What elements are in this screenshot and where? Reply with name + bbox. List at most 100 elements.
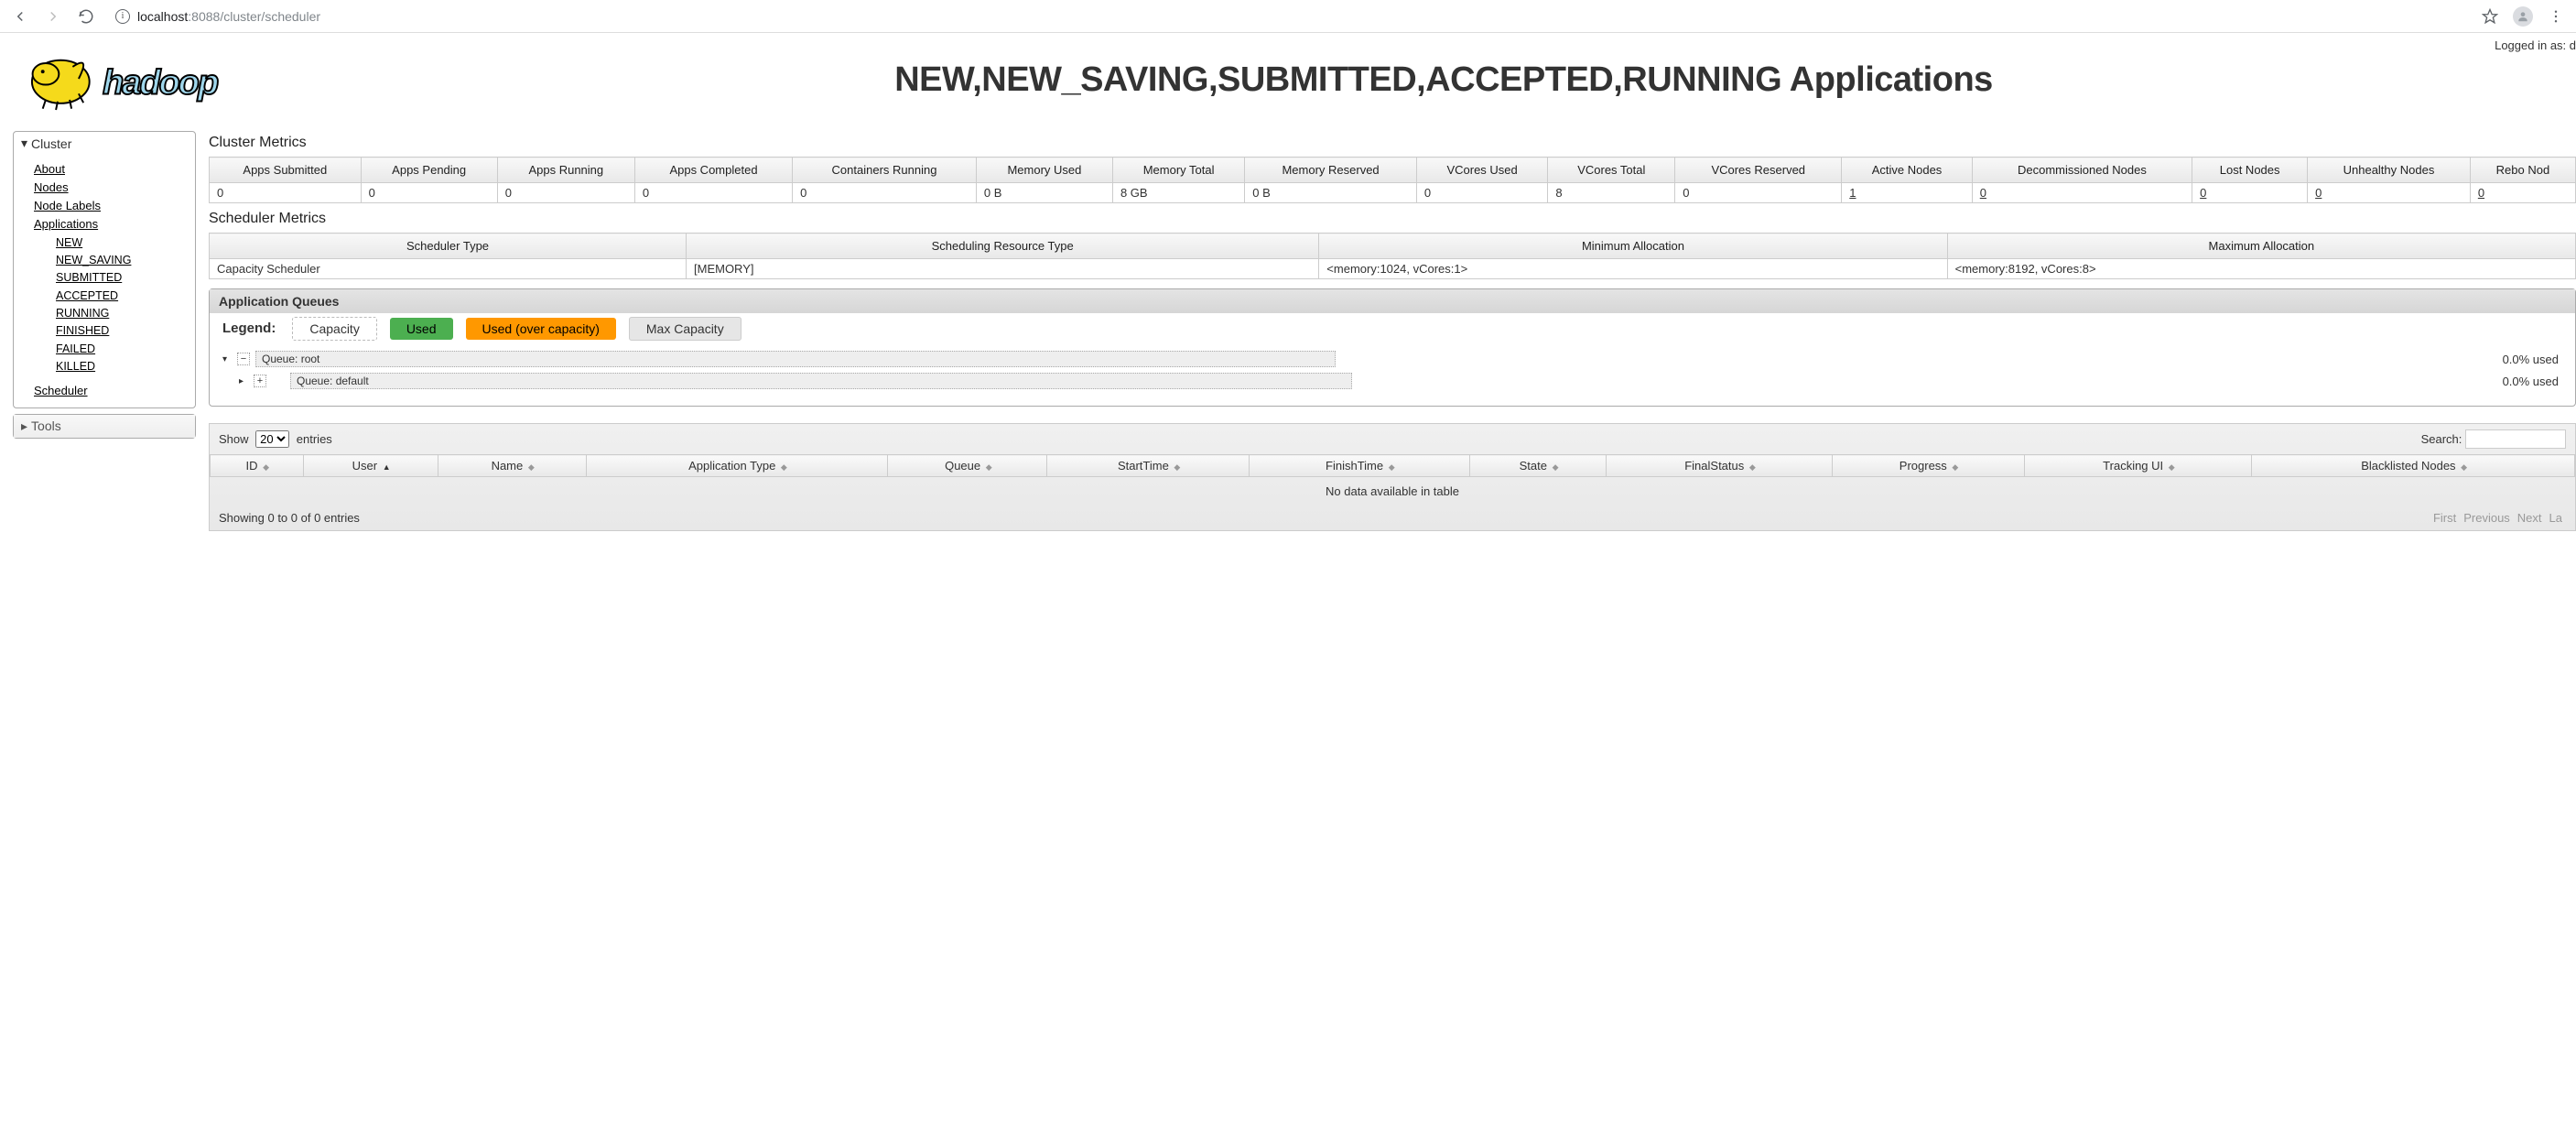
show-entries-label: Show 20 entries [219,430,332,448]
queue-toggle-icon[interactable]: ▸ [239,376,248,386]
sidebar-sublink-running[interactable]: RUNNING [56,305,186,322]
sidebar: ▾ Cluster AboutNodesNode LabelsApplicati… [13,131,196,531]
apps-header[interactable]: User ▲ [303,455,438,477]
cm-cell: 0 [634,183,792,203]
cm-cell: 0 [361,183,497,203]
cm-link[interactable]: 0 [2315,186,2322,200]
sidebar-sublink-finished[interactable]: FINISHED [56,322,186,340]
apps-header[interactable]: ID ◆ [211,455,304,477]
sidebar-sublink-killed[interactable]: KILLED [56,358,186,375]
cm-cell: 0 B [1245,183,1417,203]
apps-header[interactable]: Application Type ◆ [586,455,888,477]
sidebar-sublink-new_saving[interactable]: NEW_SAVING [56,252,186,269]
site-info-icon[interactable]: i [115,9,130,24]
sm-cell: [MEMORY] [687,259,1319,279]
cm-header: VCores Used [1416,158,1548,183]
cm-header: Memory Total [1112,158,1244,183]
cm-link[interactable]: 0 [1980,186,1986,200]
cm-link[interactable]: 0 [2200,186,2206,200]
cm-header: Unhealthy Nodes [2308,158,2471,183]
queue-row-root: ▾ − Queue: root 0.0% used [222,351,2562,367]
pager-previous[interactable]: Previous [2463,511,2510,525]
cm-header: Apps Running [497,158,634,183]
chevron-right-icon: ▸ [21,418,27,434]
queue-row-default: ▸ + Queue: default 0.0% used [222,373,2562,389]
apps-search-input[interactable] [2465,429,2566,449]
sidebar-link-node-labels[interactable]: Node Labels [34,197,186,215]
pager-la[interactable]: La [2549,511,2562,525]
apps-empty-message: No data available in table [211,477,2575,506]
apps-header[interactable]: State ◆ [1469,455,1607,477]
scheduler-metrics-table: Scheduler TypeScheduling Resource TypeMi… [209,233,2576,279]
sm-cell: <memory:8192, vCores:8> [1947,259,2575,279]
sm-cell: Capacity Scheduler [210,259,687,279]
sidebar-sublink-new[interactable]: NEW [56,234,186,252]
apps-footer-info: Showing 0 to 0 of 0 entries [219,511,360,525]
cm-header: Apps Submitted [210,158,362,183]
pager-next[interactable]: Next [2517,511,2542,525]
back-button[interactable] [7,4,33,29]
cm-header: VCores Total [1548,158,1675,183]
pager-first[interactable]: First [2433,511,2456,525]
queue-used-label: 0.0% used [2503,353,2559,366]
sidebar-panel-tools: ▸ Tools [13,414,196,439]
apps-header[interactable]: Name ◆ [438,455,586,477]
cm-cell: 0 B [976,183,1112,203]
apps-header[interactable]: StartTime ◆ [1047,455,1250,477]
cm-cell: 0 [793,183,977,203]
apps-header[interactable]: FinalStatus ◆ [1607,455,1832,477]
sidebar-link-nodes[interactable]: Nodes [34,179,186,197]
apps-header[interactable]: FinishTime ◆ [1249,455,1469,477]
more-menu-icon[interactable] [2543,4,2569,29]
cm-link[interactable]: 1 [1849,186,1856,200]
sidebar-panel-cluster: ▾ Cluster AboutNodesNode LabelsApplicati… [13,131,196,408]
sidebar-sublink-submitted[interactable]: SUBMITTED [56,269,186,287]
sidebar-tools-label: Tools [31,418,61,433]
apps-header[interactable]: Tracking UI ◆ [2024,455,2252,477]
queue-bar[interactable]: Queue: default [290,373,1352,389]
page-size-select[interactable]: 20 [255,430,289,448]
apps-header[interactable]: Progress ◆ [1832,455,2024,477]
sm-header: Minimum Allocation [1319,234,1947,259]
cm-link[interactable]: 0 [2478,186,2484,200]
cm-cell: 0 [210,183,362,203]
apps-header[interactable]: Blacklisted Nodes ◆ [2252,455,2575,477]
sidebar-link-scheduler[interactable]: Scheduler [34,382,88,400]
legend-chip-used-over-capacity-: Used (over capacity) [466,318,616,340]
legend-chip-used: Used [390,318,453,340]
sm-header: Scheduling Resource Type [687,234,1319,259]
legend-label: Legend: [222,321,276,336]
sidebar-head-cluster[interactable]: ▾ Cluster [14,132,195,155]
cm-cell: 0 [497,183,634,203]
legend-row: Legend: Capacity Used Used (over capacity)… [210,313,2575,343]
pager: First Previous Next La [2430,511,2566,525]
sidebar-sublink-failed[interactable]: FAILED [56,341,186,358]
queue-toggle-icon[interactable]: ▾ [222,354,232,364]
cm-header: VCores Reserved [1675,158,1842,183]
cm-cell: 0 [2308,183,2471,203]
bookmark-star-icon[interactable] [2477,4,2503,29]
sidebar-link-about[interactable]: About [34,160,186,179]
main-content: Cluster Metrics Apps SubmittedApps Pendi… [209,131,2576,531]
legend-chip-capacity: Capacity [292,317,376,341]
queue-expand-icon[interactable]: − [237,353,250,365]
forward-button[interactable] [40,4,66,29]
queue-expand-icon[interactable]: + [254,375,266,387]
sm-header: Maximum Allocation [1947,234,2575,259]
reload-button[interactable] [73,4,99,29]
app-queues-header: Application Queues [210,289,2575,313]
profile-avatar-icon[interactable] [2510,4,2536,29]
sidebar-head-tools[interactable]: ▸ Tools [14,415,195,438]
cm-header: Decommissioned Nodes [1972,158,2192,183]
queue-bar[interactable]: Queue: root [255,351,1336,367]
apps-header[interactable]: Queue ◆ [888,455,1047,477]
sidebar-cluster-label: Cluster [31,136,71,151]
queue-tree: ▾ − Queue: root 0.0% used ▸ + Queue: def… [210,343,2575,406]
sidebar-sublink-accepted[interactable]: ACCEPTED [56,288,186,305]
cm-cell: 1 [1842,183,1972,203]
sidebar-link-applications[interactable]: Applications [34,215,186,234]
cm-header: Active Nodes [1842,158,1972,183]
cm-header: Apps Completed [634,158,792,183]
address-bar[interactable]: i localhost:8088/cluster/scheduler [106,5,2470,27]
application-queues-panel: Application Queues Legend: Capacity Used U… [209,288,2576,407]
